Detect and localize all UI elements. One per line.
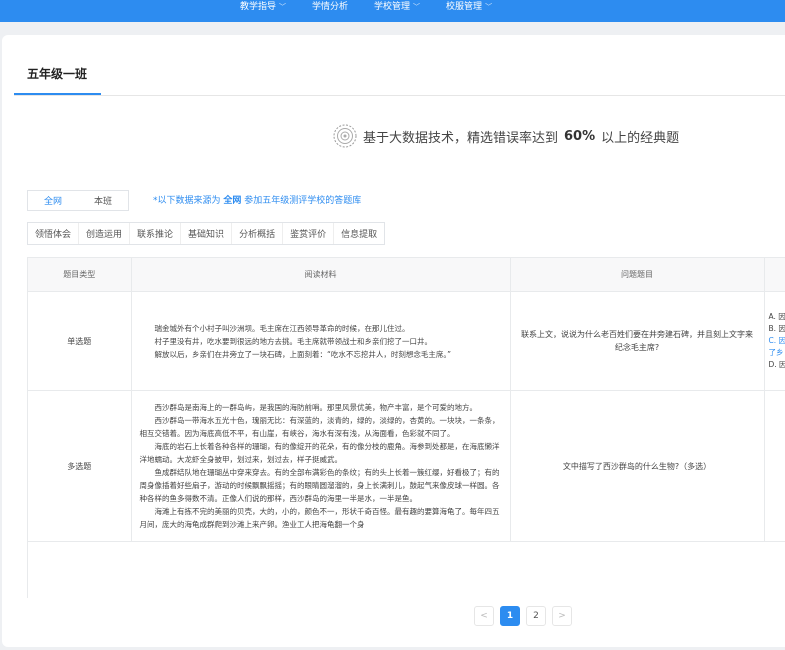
material-paragraph: 海滩上有拣不完的美丽的贝壳，大的，小的，颜色不一，形状千奇百怪。最有趣的要算海龟… <box>139 507 500 529</box>
scope-switch: 全网 本班 <box>27 190 129 211</box>
answer-options <box>764 390 785 542</box>
answer-options: A. 因 B. 因 C. 因 了乡 D. 因 <box>764 291 785 391</box>
table-row: 单选题 瑞金城外有个小村子叫沙洲坝。毛主席在江西领导革命的时候，在那儿住过。 村… <box>28 291 785 391</box>
banner-highlight: 60% <box>564 128 596 144</box>
table-row: 多选题 西沙群岛是南海上的一群岛屿，是我国的海防前哨。那里风景优美，物产丰富，是… <box>28 390 785 542</box>
category-tabs: 领悟体会 创造运用 联系推论 基础知识 分析概括 鉴赏评价 信息提取 <box>27 222 386 245</box>
target-icon <box>333 124 357 148</box>
questions-table-wrapper[interactable]: 题目类型 阅读材料 问题题目 单选题 瑞金城外有个小村子叫沙洲坝。毛主席在江西领… <box>27 257 785 598</box>
question-type: 多选题 <box>28 390 132 542</box>
chevron-down-icon: ﹀ <box>413 2 421 11</box>
category-tab[interactable]: 创造运用 <box>79 223 131 244</box>
material-paragraph: 鱼成群结队地在珊瑚丛中穿来穿去。有的全部布满彩色的条纹；有的头上长着一簇红缨，好… <box>139 468 500 503</box>
column-header-material: 阅读材料 <box>131 258 511 292</box>
next-page-button[interactable]: > <box>552 606 572 626</box>
column-header-options <box>764 258 785 292</box>
answer-option: B. 因 <box>768 324 785 333</box>
tabs-divider <box>14 95 785 96</box>
answer-option: A. 因 <box>768 312 785 321</box>
answer-option: D. 因 <box>768 360 785 369</box>
top-nav: 教学指导 ﹀ 学情分析 学校管理 ﹀ 校服管理 ﹀ <box>240 0 492 14</box>
reading-material: 西沙群岛是南海上的一群岛屿，是我国的海防前哨。那里风景优美，物产丰富，是个可爱的… <box>131 390 511 542</box>
nav-item-label: 学校管理 <box>374 1 411 12</box>
banner: 基于大数据技术，精选错误率达到 60% 以上的经典题 <box>333 122 679 150</box>
note-suffix: 参加五年级测评学校的答题库 <box>244 196 362 206</box>
page-button-2[interactable]: 2 <box>526 606 546 626</box>
question-type: 单选题 <box>28 291 132 391</box>
scope-option-all[interactable]: 全网 <box>28 191 78 210</box>
note-highlight: 全网 <box>223 196 242 206</box>
material-paragraph: 西沙群岛是南海上的一群岛屿，是我国的海防前哨。那里风景优美，物产丰富，是个可爱的… <box>154 403 478 412</box>
answer-option-selected: C. 因 <box>768 336 785 345</box>
nav-item-label: 学情分析 <box>312 1 349 12</box>
answer-option-selected-cont: 了乡 <box>768 348 784 357</box>
scope-option-class[interactable]: 本班 <box>78 191 128 210</box>
nav-item-label: 校服管理 <box>446 1 483 12</box>
questions-table: 题目类型 阅读材料 问题题目 单选题 瑞金城外有个小村子叫沙洲坝。毛主席在江西领… <box>28 258 785 542</box>
material-paragraph: 村子里没有井，吃水要到很远的地方去挑。毛主席就带领战士和乡亲们挖了一口井。 <box>154 336 433 346</box>
nav-item-label: 教学指导 <box>240 1 277 12</box>
chevron-down-icon: ﹀ <box>485 2 493 11</box>
nav-item-analysis[interactable]: 学情分析 <box>312 1 349 12</box>
data-source-note: *以下数据来源为 全网 参加五年级测评学校的答题库 <box>153 193 361 206</box>
nav-item-teaching[interactable]: 教学指导 ﹀ <box>240 1 287 12</box>
prev-page-button[interactable]: < <box>474 606 494 626</box>
category-tab[interactable]: 分析概括 <box>232 223 284 244</box>
column-header-question: 问题题目 <box>510 258 765 292</box>
pagination: < 1 2 > <box>474 606 572 626</box>
nav-item-uniform[interactable]: 校服管理 ﹀ <box>446 1 493 12</box>
note-prefix: *以下数据来源为 <box>153 196 221 206</box>
category-tab[interactable]: 领悟体会 <box>28 223 80 244</box>
category-tab[interactable]: 基础知识 <box>181 223 233 244</box>
page-button-1[interactable]: 1 <box>500 606 520 626</box>
chevron-down-icon: ﹀ <box>279 2 287 11</box>
material-paragraph: 解放以后，乡亲们在井旁立了一块石碑，上面刻着：“吃水不忘挖井人，时刻想念毛主席。… <box>154 349 452 359</box>
material-paragraph: 海底的岩石上长着各种各样的珊瑚，有的像绽开的花朵，有的像分枝的鹿角。海参到处都是… <box>139 442 500 464</box>
column-header-type: 题目类型 <box>28 258 132 292</box>
material-paragraph: 瑞金城外有个小村子叫沙洲坝。毛主席在江西领导革命的时候，在那儿住过。 <box>154 323 410 333</box>
table-header-row: 题目类型 阅读材料 问题题目 <box>28 258 785 292</box>
category-tab[interactable]: 鉴赏评价 <box>283 223 335 244</box>
banner-text: 基于大数据技术，精选错误率达到 <box>363 130 559 146</box>
question-text: 联系上文，说说为什么老百姓们要在井旁建石碑，并且刻上文字来纪念毛主席? <box>510 291 765 391</box>
category-tab[interactable]: 联系推论 <box>130 223 182 244</box>
reading-material: 瑞金城外有个小村子叫沙洲坝。毛主席在江西领导革命的时候，在那儿住过。 村子里没有… <box>131 291 511 391</box>
category-tab[interactable]: 信息提取 <box>334 223 384 244</box>
material-paragraph: 西沙群岛一带海水五光十色，瑰丽无比：有深蓝的，淡青的，绿的，淡绿的，杏黄的。一块… <box>139 416 500 438</box>
banner-suffix: 以上的经典题 <box>601 130 680 146</box>
tab-class[interactable]: 五年级一班 <box>27 65 87 82</box>
nav-item-school[interactable]: 学校管理 ﹀ <box>374 1 421 12</box>
question-text: 文中描写了西沙群岛的什么生物?（多选） <box>510 390 765 542</box>
